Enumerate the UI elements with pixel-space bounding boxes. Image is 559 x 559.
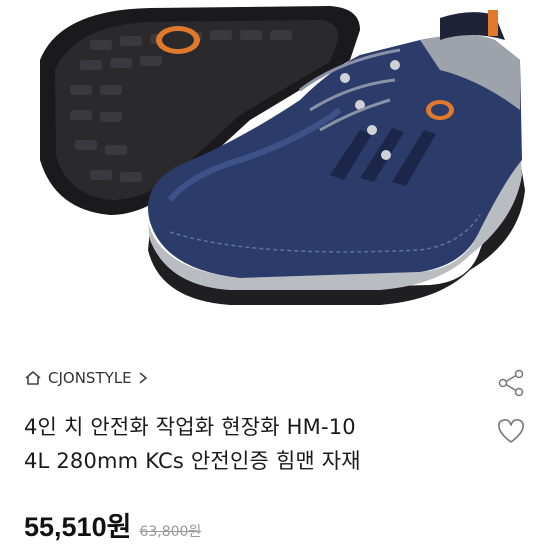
chevron-right-icon: [138, 371, 148, 385]
product-title-line-1: 4인 치 안전화 작업화 현장화 HM-10: [24, 415, 356, 439]
like-button[interactable]: [494, 416, 528, 450]
product-title: 4인 치 안전화 작업화 현장화 HM-10 4L 280mm KCs 안전인증…: [24, 410, 474, 478]
product-title-line-2: 4L 280mm KCs 안전인증 힘맨 자재: [24, 449, 361, 473]
price-row: 55,510원 63,800원: [24, 505, 201, 544]
home-outline-icon: [24, 369, 42, 387]
share-button[interactable]: [494, 368, 528, 402]
product-image[interactable]: [0, 0, 559, 340]
store-name: CJONSTYLE: [48, 369, 132, 387]
store-link[interactable]: CJONSTYLE: [24, 366, 148, 390]
original-price: 63,800원: [139, 524, 202, 540]
heart-outline-icon: [496, 417, 526, 449]
safety-shoe-image: [40, 6, 525, 305]
share-icon: [497, 369, 525, 401]
sale-price: 55,510원: [24, 512, 132, 542]
